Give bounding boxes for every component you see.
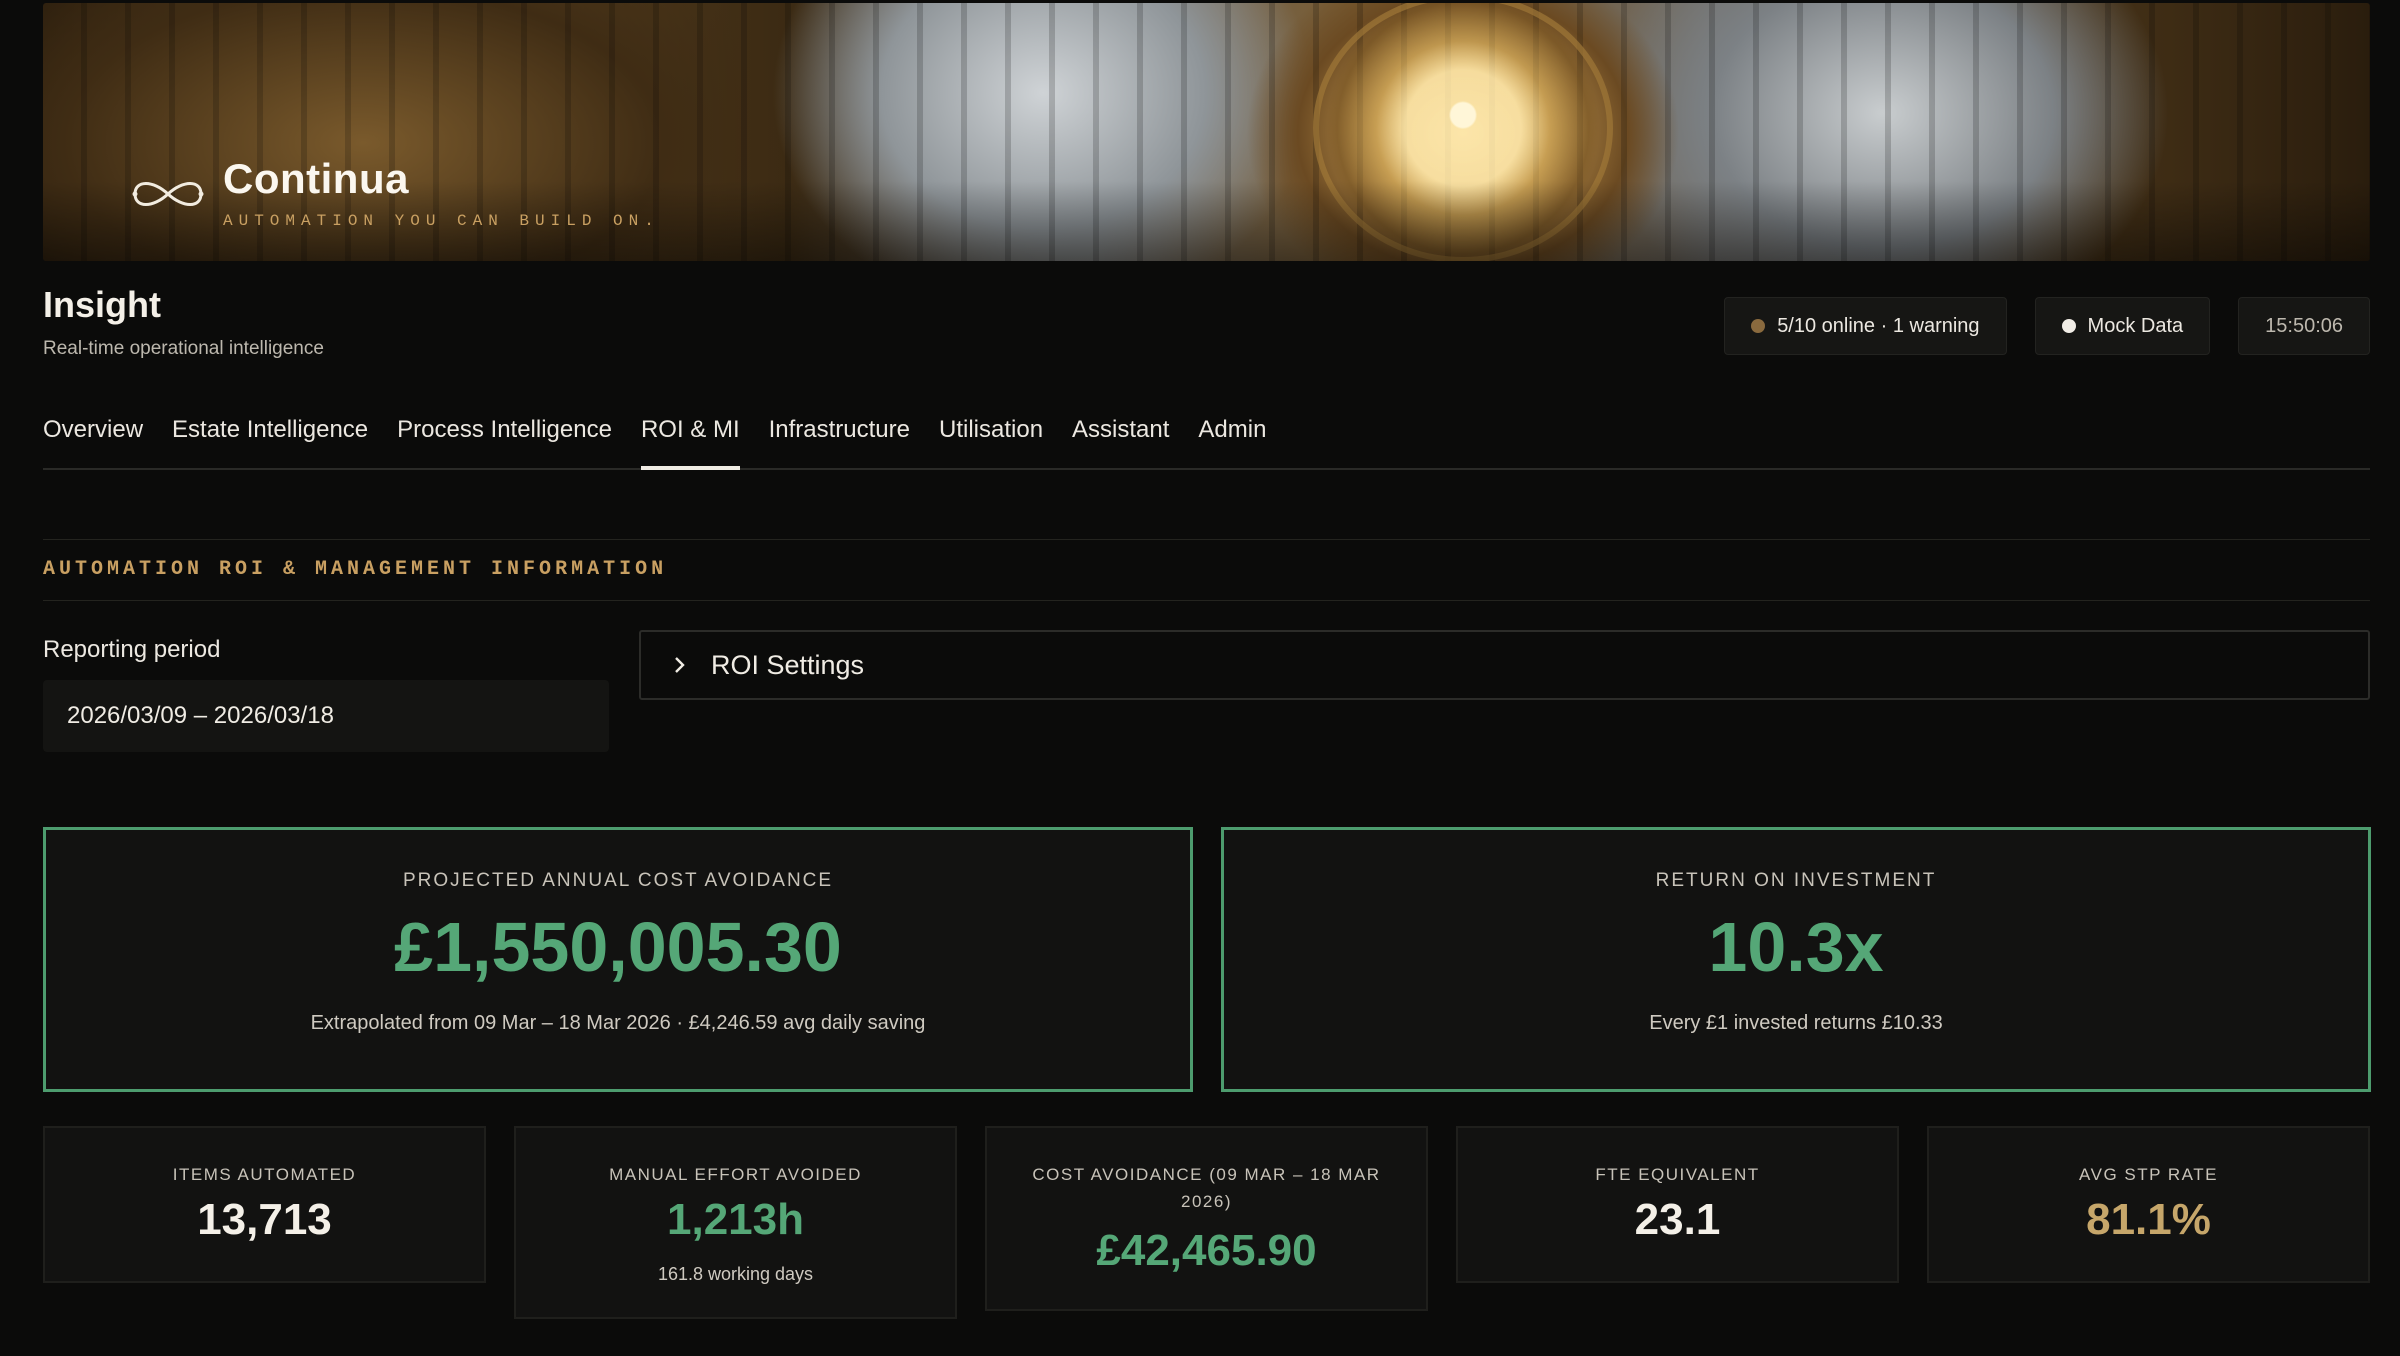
infinity-logo-icon: [132, 182, 204, 206]
items-automated-value: 13,713: [197, 1195, 332, 1244]
cost-avoidance-period-value: £42,465.90: [1096, 1226, 1317, 1275]
roi-settings-label: ROI Settings: [711, 649, 865, 680]
section-divider-top: [43, 539, 2370, 540]
manual-effort-label: MANUAL EFFORT AVOIDED: [609, 1165, 862, 1184]
cost-avoidance-period-label: COST AVOIDANCE (09 MAR – 18 MAR 2026): [1032, 1165, 1381, 1211]
page-subtitle: Real-time operational intelligence: [43, 338, 324, 359]
data-source-badge[interactable]: Mock Data: [2034, 297, 2211, 355]
tab-admin[interactable]: Admin: [1198, 410, 1266, 468]
roi-card: RETURN ON INVESTMENT 10.3x Every £1 inve…: [1221, 827, 2371, 1092]
fte-equivalent-value: 23.1: [1634, 1195, 1721, 1244]
brand-tagline: AUTOMATION YOU CAN BUILD ON.: [223, 212, 660, 230]
annual-cost-avoidance-label: PROJECTED ANNUAL COST AVOIDANCE: [402, 870, 834, 891]
cost-avoidance-period-card: COST AVOIDANCE (09 MAR – 18 MAR 2026) £4…: [985, 1126, 1428, 1311]
hero-banner: Continua AUTOMATION YOU CAN BUILD ON.: [43, 3, 2370, 261]
tab-assistant[interactable]: Assistant: [1072, 410, 1169, 468]
roi-label: RETURN ON INVESTMENT: [1655, 870, 1937, 891]
tab-utilisation[interactable]: Utilisation: [939, 410, 1043, 468]
tab-process-intelligence[interactable]: Process Intelligence: [397, 410, 612, 468]
status-bar: 5/10 online · 1 warning Mock Data 15:50:…: [1724, 297, 2370, 355]
reporting-period-value: 2026/03/09 – 2026/03/18: [67, 702, 334, 729]
fte-equivalent-label: FTE EQUIVALENT: [1595, 1165, 1760, 1184]
robot-status-text: 5/10 online · 1 warning: [1777, 314, 1980, 337]
chevron-right-icon: [675, 657, 685, 673]
avg-stp-rate-value: 81.1%: [2086, 1195, 2211, 1244]
avg-stp-rate-label: AVG STP RATE: [2079, 1165, 2218, 1184]
tab-roi-mi[interactable]: ROI & MI: [640, 410, 740, 470]
nav-tabs: Overview Estate Intelligence Process Int…: [43, 410, 2370, 470]
roi-settings-expander[interactable]: ROI Settings: [639, 630, 2370, 700]
page-title: Insight: [43, 284, 161, 325]
clock: 15:50:06: [2238, 297, 2370, 355]
tab-infrastructure[interactable]: Infrastructure: [769, 410, 910, 468]
annual-cost-avoidance-note: Extrapolated from 09 Mar – 18 Mar 2026 ·…: [310, 1012, 926, 1034]
manual-effort-card: MANUAL EFFORT AVOIDED 1,213h 161.8 worki…: [514, 1126, 957, 1319]
tab-overview[interactable]: Overview: [43, 410, 143, 468]
data-source-dot-icon: [2061, 319, 2076, 333]
tab-estate-intelligence[interactable]: Estate Intelligence: [172, 410, 368, 468]
annual-cost-avoidance-card: PROJECTED ANNUAL COST AVOIDANCE £1,550,0…: [43, 827, 1193, 1092]
robot-status-badge[interactable]: 5/10 online · 1 warning: [1724, 297, 2007, 355]
avg-stp-rate-card: AVG STP RATE 81.1%: [1927, 1126, 2370, 1283]
manual-effort-value: 1,213h: [667, 1195, 804, 1244]
fte-equivalent-card: FTE EQUIVALENT 23.1: [1456, 1126, 1899, 1283]
roi-value: 10.3x: [1708, 908, 1884, 986]
brand[interactable]: Continua AUTOMATION YOU CAN BUILD ON.: [131, 158, 660, 230]
manual-effort-note: 161.8 working days: [657, 1264, 814, 1284]
banner-chandelier-image: [1313, 3, 1613, 261]
clock-text: 15:50:06: [2265, 314, 2343, 337]
section-title: AUTOMATION ROI & MANAGEMENT INFORMATION: [43, 558, 668, 581]
section-divider-bottom: [43, 600, 2370, 601]
annual-cost-avoidance-value: £1,550,005.30: [394, 908, 842, 986]
brand-name: Continua: [223, 155, 409, 202]
reporting-period-input[interactable]: 2026/03/09 – 2026/03/18: [43, 680, 609, 752]
status-dot-icon: [1751, 319, 1766, 333]
roi-note: Every £1 invested returns £10.33: [1649, 1012, 1943, 1034]
items-automated-label: ITEMS AUTOMATED: [172, 1165, 357, 1184]
data-source-text: Mock Data: [2087, 314, 2184, 337]
reporting-period-label: Reporting period: [43, 636, 221, 663]
items-automated-card: ITEMS AUTOMATED 13,713: [43, 1126, 486, 1283]
